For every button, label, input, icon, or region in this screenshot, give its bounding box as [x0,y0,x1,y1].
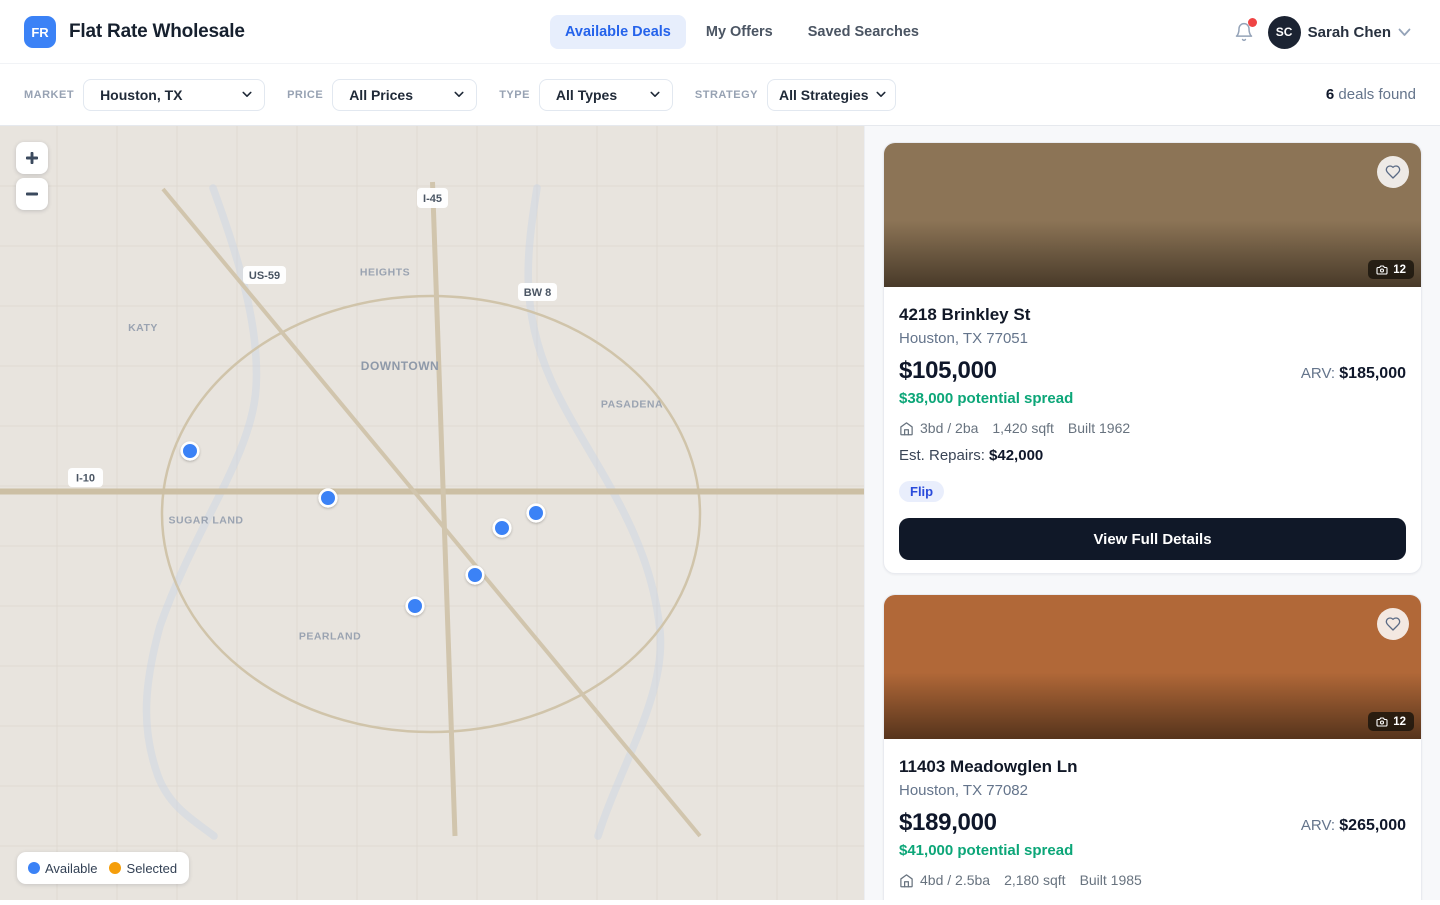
svg-text:PEARLAND: PEARLAND [299,631,361,643]
svg-text:KATY: KATY [128,322,158,334]
svg-text:BW 8: BW 8 [524,287,552,299]
svg-text:HEIGHTS: HEIGHTS [360,267,410,279]
svg-text:US-59: US-59 [249,270,280,282]
svg-text:I-45: I-45 [423,193,442,205]
svg-text:PASADENA: PASADENA [601,399,663,411]
svg-text:I-10: I-10 [76,473,95,485]
svg-text:DOWNTOWN: DOWNTOWN [361,359,439,373]
svg-text:SUGAR LAND: SUGAR LAND [169,515,244,527]
